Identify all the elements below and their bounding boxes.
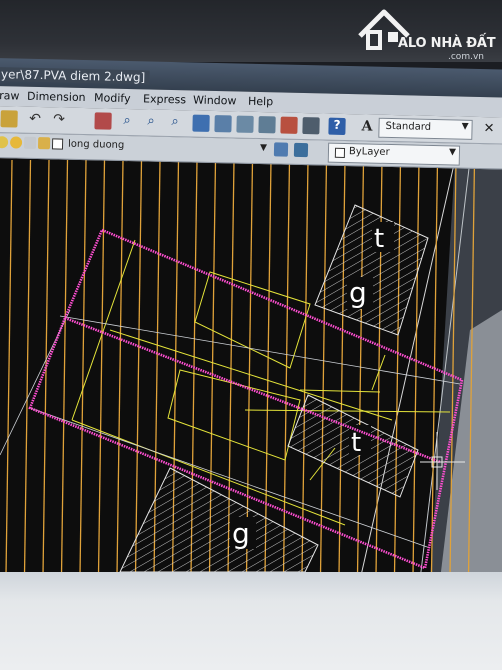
layer-dropdown-arrow[interactable]: ▼	[260, 143, 267, 153]
color-swatch	[334, 147, 346, 158]
layer-previous-icon[interactable]	[293, 142, 309, 158]
menu-window[interactable]: Window	[193, 94, 237, 108]
sheet-set-icon[interactable]	[258, 116, 276, 134]
layer-name[interactable]: long duong	[68, 139, 124, 151]
watermark: ALO NHÀ ĐẤT .com.vn	[352, 0, 500, 66]
menu-express[interactable]: Express	[143, 92, 186, 106]
color-value: ByLayer	[348, 146, 390, 158]
tool-palettes-icon[interactable]	[236, 115, 254, 133]
menu-dimension[interactable]: Dimension	[27, 90, 86, 104]
color-dropdown[interactable]: ByLayer ▼	[327, 142, 461, 166]
pencil-icon[interactable]	[0, 110, 18, 128]
layer-lock-icon[interactable]	[23, 136, 37, 149]
layer-freeze-icon[interactable]	[9, 136, 23, 149]
watermark-brand: ALO NHÀ ĐẤT	[398, 36, 496, 51]
photo-of-monitor: t g t g ALO NHÀ ĐẤT .com.vn ayer\87.PVA …	[0, 0, 502, 670]
chevron-down-icon: ▼	[448, 147, 457, 158]
watermark-domain: .com.vn	[448, 52, 484, 62]
layer-on-icon[interactable]	[0, 136, 9, 149]
markup-icon[interactable]	[280, 116, 298, 134]
design-center-icon[interactable]	[214, 115, 232, 133]
layer-manager-icon[interactable]	[273, 142, 289, 157]
window-title: ayer\87.PVA diem 2.dwg]	[0, 66, 150, 85]
calculator-icon[interactable]	[302, 117, 320, 135]
help-icon[interactable]: ?	[328, 117, 346, 135]
text-style-value: Standard	[385, 120, 432, 133]
properties-icon[interactable]	[192, 114, 210, 132]
cad-window: ayer\87.PVA diem 2.dwg] raw Dimension Mo…	[0, 58, 502, 590]
menu-draw[interactable]: raw	[0, 89, 20, 102]
text-style-icon[interactable]: A	[358, 118, 375, 135]
undo-icon[interactable]: ↶	[26, 111, 43, 128]
chevron-down-icon: ▼	[461, 121, 469, 132]
redo-icon[interactable]: ↷	[50, 111, 67, 128]
screen-bottom-glare	[0, 572, 502, 670]
menu-help[interactable]: Help	[248, 95, 273, 109]
layer-plot-icon[interactable]	[37, 137, 51, 150]
menu-modify[interactable]: Modify	[94, 91, 131, 105]
zoom-realtime-icon[interactable]: ⌕	[118, 113, 135, 130]
zoom-previous-icon[interactable]: ⌕	[166, 114, 183, 131]
layer-color-swatch	[51, 138, 64, 150]
pan-icon[interactable]	[94, 112, 112, 130]
zoom-window-icon[interactable]: ⌕	[142, 113, 159, 130]
dimension-style-icon[interactable]: ✕	[480, 121, 497, 138]
text-style-dropdown[interactable]: Standard ▼	[378, 117, 473, 140]
